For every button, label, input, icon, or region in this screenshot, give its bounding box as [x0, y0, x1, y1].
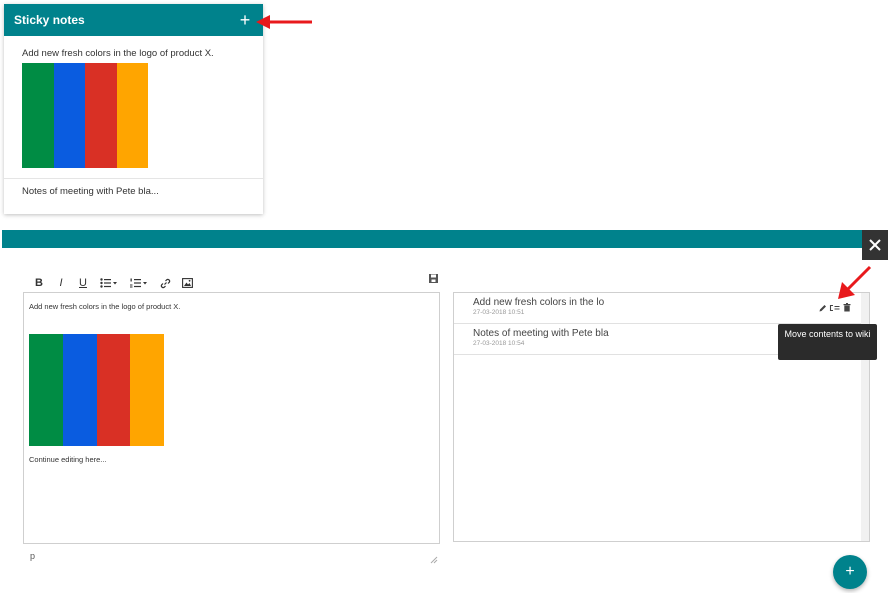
- swatch-blue: [62, 334, 97, 446]
- swatch-blue: [53, 63, 85, 168]
- close-button[interactable]: [862, 230, 888, 260]
- link-icon: [160, 278, 170, 288]
- editor-line: Continue editing here...: [29, 455, 107, 464]
- list-item-title: Add new fresh colors in the lo: [473, 297, 605, 308]
- resize-grip-icon[interactable]: [430, 556, 438, 564]
- bullet-list-button[interactable]: [94, 278, 124, 288]
- italic-button[interactable]: I: [50, 277, 72, 289]
- color-swatches: [22, 63, 148, 168]
- swatch-green: [22, 63, 54, 168]
- image-icon: [181, 278, 193, 288]
- insert-image-button[interactable]: [176, 278, 198, 288]
- edit-button[interactable]: [818, 303, 827, 312]
- swatch-green: [29, 334, 63, 446]
- editor-line: Add new fresh colors in the logo of prod…: [29, 302, 181, 311]
- swatch-red: [96, 334, 131, 446]
- bold-button[interactable]: B: [28, 277, 50, 289]
- widget-note-item[interactable]: Add new fresh colors in the logo of prod…: [4, 36, 263, 179]
- note-editor[interactable]: Add new fresh colors in the logo of prod…: [23, 292, 440, 544]
- delete-button[interactable]: [842, 303, 851, 312]
- save-icon[interactable]: [428, 273, 440, 285]
- widget-header: Sticky notes +: [4, 4, 263, 36]
- pencil-icon: [819, 304, 826, 311]
- close-icon: [869, 239, 881, 251]
- swatch-orange: [130, 334, 164, 446]
- panel-header-bar: [2, 230, 862, 248]
- numbered-list-icon: [130, 278, 147, 288]
- underline-button[interactable]: U: [72, 277, 94, 289]
- trash-icon: [843, 303, 850, 312]
- swatch-red: [85, 63, 117, 168]
- bullet-list-icon: [100, 278, 117, 288]
- sticky-notes-widget: Sticky notes + Add new fresh colors in t…: [4, 4, 263, 214]
- editor-status-path: p: [30, 551, 36, 561]
- swatch-orange: [116, 63, 148, 168]
- widget-title: Sticky notes: [14, 13, 85, 27]
- widget-note-item[interactable]: Notes of meeting with Pete bla...: [4, 179, 263, 204]
- add-note-fab-button[interactable]: +: [833, 555, 867, 589]
- list-item-actions: [818, 303, 851, 312]
- add-note-button[interactable]: +: [237, 11, 253, 29]
- editor-color-swatches: [29, 334, 164, 446]
- insert-link-button[interactable]: [154, 278, 176, 289]
- editor-toolbar: B I U: [28, 275, 198, 291]
- numbered-list-button[interactable]: [124, 278, 154, 288]
- wiki-icon: [829, 304, 840, 311]
- move-to-wiki-button[interactable]: [829, 303, 840, 312]
- widget-note-text: Add new fresh colors in the logo of prod…: [22, 48, 214, 59]
- list-item-date: 27-03-2018 10:51: [473, 309, 525, 316]
- tooltip: Move contents to wiki: [778, 324, 877, 360]
- list-item[interactable]: Add new fresh colors in the lo 27-03-201…: [454, 293, 869, 324]
- annotation-arrow-icon: [256, 15, 312, 29]
